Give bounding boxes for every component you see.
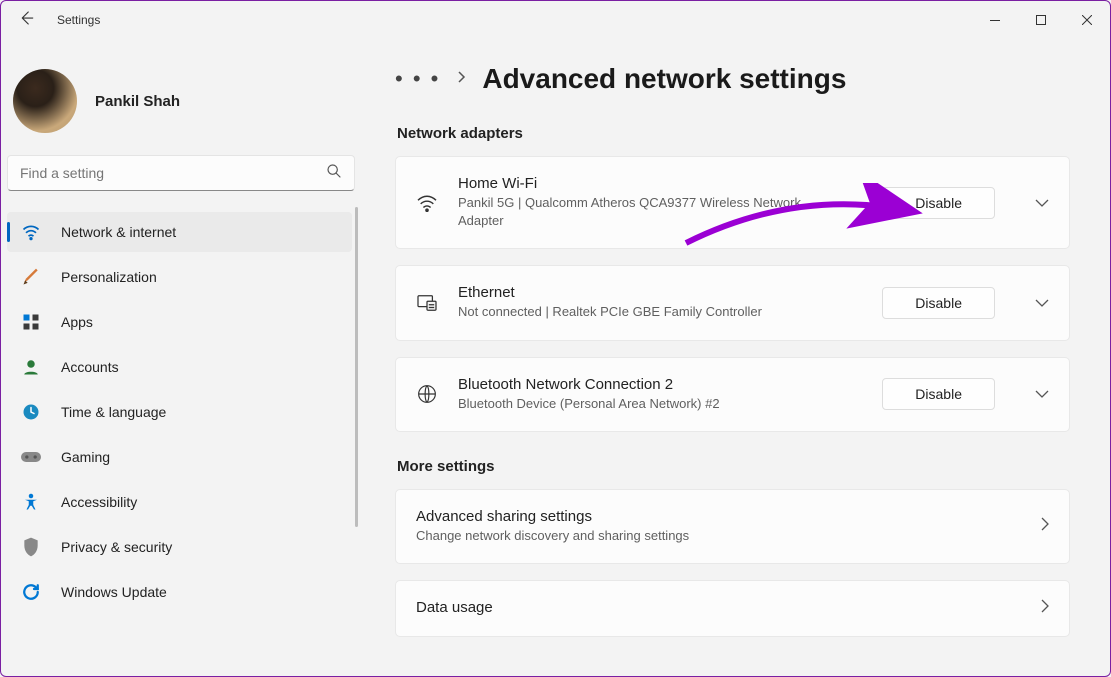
adapter-subtitle: Pankil 5G | Qualcomm Atheros QCA9377 Wir…	[458, 194, 838, 230]
sidebar-item-label: Accounts	[61, 359, 119, 375]
sidebar-item-gaming[interactable]: Gaming	[7, 437, 352, 477]
adapter-subtitle: Not connected | Realtek PCIe GBE Family …	[458, 303, 838, 321]
ethernet-icon	[416, 294, 438, 312]
minimize-button[interactable]	[972, 4, 1018, 36]
sidebar-item-label: Time & language	[61, 404, 166, 420]
chevron-right-icon	[1041, 599, 1049, 618]
clock-icon	[21, 402, 41, 422]
breadcrumb-more-icon[interactable]: • • •	[395, 66, 440, 92]
sidebar-item-privacy[interactable]: Privacy & security	[7, 527, 352, 567]
chevron-down-icon[interactable]	[1035, 194, 1049, 212]
sidebar-item-apps[interactable]: Apps	[7, 302, 352, 342]
user-block[interactable]: Pankil Shah	[7, 57, 359, 155]
chevron-down-icon[interactable]	[1035, 385, 1049, 403]
sidebar-item-label: Network & internet	[61, 224, 176, 240]
sidebar: Pankil Shah Network & internet Personali…	[1, 39, 359, 676]
search-input[interactable]	[20, 165, 326, 181]
search-icon	[326, 163, 342, 184]
close-button[interactable]	[1064, 4, 1110, 36]
sidebar-item-label: Personalization	[61, 269, 157, 285]
sidebar-item-accessibility[interactable]: Accessibility	[7, 482, 352, 522]
search-box[interactable]	[7, 155, 355, 191]
main-content: • • • Advanced network settings Network …	[359, 39, 1110, 676]
user-name: Pankil Shah	[95, 93, 180, 110]
back-button[interactable]	[17, 9, 35, 32]
window-controls	[972, 4, 1110, 36]
sidebar-item-label: Windows Update	[61, 584, 167, 600]
more-card-data-usage[interactable]: Data usage	[395, 580, 1070, 637]
sidebar-item-accounts[interactable]: Accounts	[7, 347, 352, 387]
section-adapters-label: Network adapters	[397, 125, 1070, 142]
disable-button[interactable]: Disable	[882, 187, 995, 219]
sidebar-item-update[interactable]: Windows Update	[7, 572, 352, 612]
scrollbar[interactable]	[355, 207, 358, 527]
more-card-sharing[interactable]: Advanced sharing settings Change network…	[395, 489, 1070, 564]
window-title: Settings	[57, 13, 100, 27]
shield-icon	[21, 537, 41, 557]
globe-icon	[416, 384, 438, 404]
gamepad-icon	[21, 447, 41, 467]
sidebar-item-label: Privacy & security	[61, 539, 172, 555]
breadcrumb: • • • Advanced network settings	[395, 63, 1070, 95]
maximize-button[interactable]	[1018, 4, 1064, 36]
sidebar-item-network[interactable]: Network & internet	[7, 212, 352, 252]
adapter-subtitle: Bluetooth Device (Personal Area Network)…	[458, 395, 838, 413]
chevron-right-icon	[1041, 517, 1049, 536]
adapter-title: Ethernet	[458, 284, 862, 301]
chevron-right-icon	[456, 70, 466, 89]
person-icon	[21, 357, 41, 377]
sidebar-item-label: Accessibility	[61, 494, 137, 510]
apps-icon	[21, 312, 41, 332]
brush-icon	[21, 267, 41, 287]
update-icon	[21, 582, 41, 602]
more-title: Advanced sharing settings	[416, 508, 1021, 525]
sidebar-item-time[interactable]: Time & language	[7, 392, 352, 432]
section-more-label: More settings	[397, 458, 1070, 475]
wifi-icon	[416, 194, 438, 212]
accessibility-icon	[21, 492, 41, 512]
more-subtitle: Change network discovery and sharing set…	[416, 527, 796, 545]
adapter-card-wifi: Home Wi-Fi Pankil 5G | Qualcomm Atheros …	[395, 156, 1070, 249]
adapter-title: Home Wi-Fi	[458, 175, 862, 192]
adapter-card-ethernet: Ethernet Not connected | Realtek PCIe GB…	[395, 265, 1070, 340]
titlebar: Settings	[1, 1, 1110, 39]
avatar	[13, 69, 77, 133]
page-title: Advanced network settings	[482, 63, 846, 95]
wifi-icon	[21, 222, 41, 242]
disable-button[interactable]: Disable	[882, 378, 995, 410]
nav-list: Network & internet Personalization Apps …	[7, 207, 359, 676]
sidebar-item-personalization[interactable]: Personalization	[7, 257, 352, 297]
adapter-title: Bluetooth Network Connection 2	[458, 376, 862, 393]
sidebar-item-label: Gaming	[61, 449, 110, 465]
adapter-card-bluetooth: Bluetooth Network Connection 2 Bluetooth…	[395, 357, 1070, 432]
disable-button[interactable]: Disable	[882, 287, 995, 319]
chevron-down-icon[interactable]	[1035, 294, 1049, 312]
more-title: Data usage	[416, 599, 1021, 616]
sidebar-item-label: Apps	[61, 314, 93, 330]
